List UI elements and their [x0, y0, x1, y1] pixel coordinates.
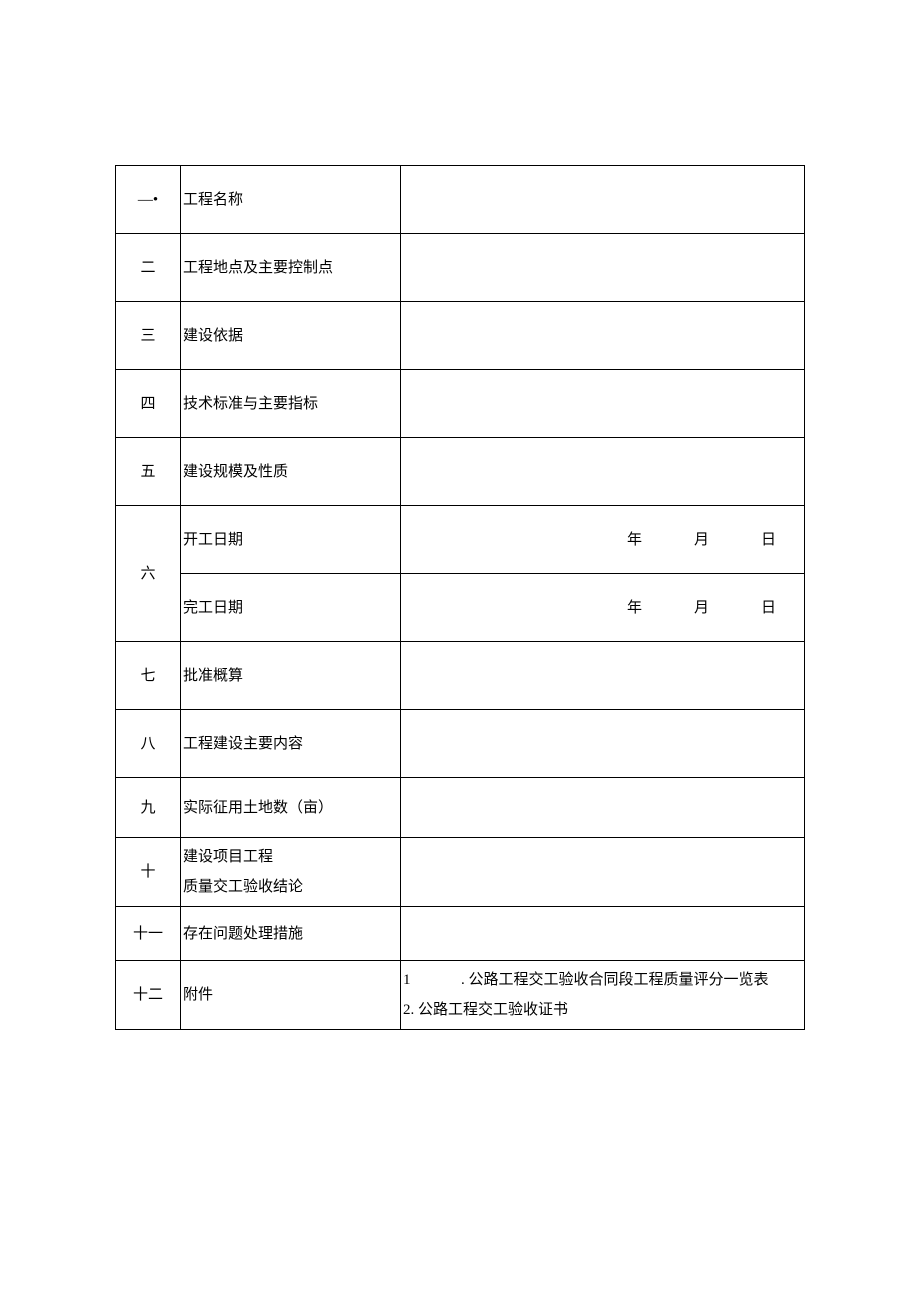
- row-value: [401, 838, 805, 907]
- row-number: 五: [116, 438, 181, 506]
- attachment-item: 2. 公路工程交工验收证书: [403, 995, 800, 1025]
- row-label-land: 实际征用土地数（亩）: [181, 778, 401, 838]
- table-row: 十二 附件 1 . 公路工程交工验收合同段工程质量评分一览表 2. 公路工程交工验…: [116, 961, 805, 1030]
- row-label-project-name: 工程名称: [181, 166, 401, 234]
- row-label-scale: 建设规模及性质: [181, 438, 401, 506]
- date-day-label: 日: [761, 596, 776, 620]
- row-label-content: 工程建设主要内容: [181, 710, 401, 778]
- row-value: [401, 778, 805, 838]
- row-label-budget: 批准概算: [181, 642, 401, 710]
- row-label-start-date: 开工日期: [181, 506, 401, 574]
- row-value-end-date: 年 月 日: [401, 574, 805, 642]
- table-row: 完工日期 年 月 日: [116, 574, 805, 642]
- table-row: 七 批准概算: [116, 642, 805, 710]
- row-value: [401, 710, 805, 778]
- row-value: [401, 642, 805, 710]
- row-number: 二: [116, 234, 181, 302]
- form-table: —• 工程名称 二 工程地点及主要控制点 三 建设依据 四 技术标准与主要指标 …: [115, 165, 805, 1030]
- row-value: [401, 370, 805, 438]
- label-line: 质量交工验收结论: [183, 872, 396, 902]
- row-label-attachments: 附件: [181, 961, 401, 1030]
- label-line: 建设项目工程: [183, 842, 396, 872]
- row-number: 十二: [116, 961, 181, 1030]
- date-year-label: 年: [627, 528, 642, 552]
- row-label-standard: 技术标准与主要指标: [181, 370, 401, 438]
- table-row: 二 工程地点及主要控制点: [116, 234, 805, 302]
- table-row: 三 建设依据: [116, 302, 805, 370]
- row-label-basis: 建设依据: [181, 302, 401, 370]
- row-value: [401, 234, 805, 302]
- date-month-label: 月: [694, 596, 709, 620]
- row-value: [401, 907, 805, 961]
- attachment-item-number: 1: [403, 965, 413, 995]
- table-row: 四 技术标准与主要指标: [116, 370, 805, 438]
- table-row: 八 工程建设主要内容: [116, 710, 805, 778]
- table-row: 十一 存在问题处理措施: [116, 907, 805, 961]
- row-label-issues: 存在问题处理措施: [181, 907, 401, 961]
- date-month-label: 月: [694, 528, 709, 552]
- row-number: 九: [116, 778, 181, 838]
- row-number: —•: [116, 166, 181, 234]
- row-number: 七: [116, 642, 181, 710]
- row-value: [401, 438, 805, 506]
- row-label-quality-conclusion: 建设项目工程 质量交工验收结论: [181, 838, 401, 907]
- row-number: 十: [116, 838, 181, 907]
- row-value: [401, 302, 805, 370]
- date-year-label: 年: [627, 596, 642, 620]
- table-row: —• 工程名称: [116, 166, 805, 234]
- row-number: 八: [116, 710, 181, 778]
- attachment-item-text: . 公路工程交工验收合同段工程质量评分一览表: [461, 972, 769, 988]
- row-number: 六: [116, 506, 181, 642]
- row-number: 十一: [116, 907, 181, 961]
- row-number: 三: [116, 302, 181, 370]
- row-label-end-date: 完工日期: [181, 574, 401, 642]
- row-value-start-date: 年 月 日: [401, 506, 805, 574]
- row-number: 四: [116, 370, 181, 438]
- row-label-location: 工程地点及主要控制点: [181, 234, 401, 302]
- row-value-attachments: 1 . 公路工程交工验收合同段工程质量评分一览表 2. 公路工程交工验收证书: [401, 961, 805, 1030]
- table-row: 五 建设规模及性质: [116, 438, 805, 506]
- table-row: 六 开工日期 年 月 日: [116, 506, 805, 574]
- date-day-label: 日: [761, 528, 776, 552]
- table-row: 九 实际征用土地数（亩）: [116, 778, 805, 838]
- row-value: [401, 166, 805, 234]
- table-row: 十 建设项目工程 质量交工验收结论: [116, 838, 805, 907]
